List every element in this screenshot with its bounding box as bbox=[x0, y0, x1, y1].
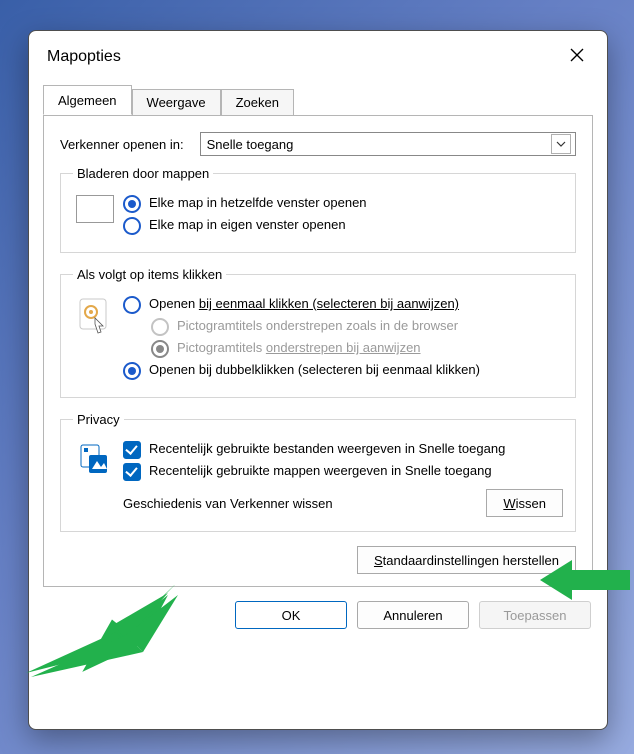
folder-options-dialog: Mapopties Algemeen Weergave Zoeken Verke… bbox=[28, 30, 608, 730]
open-in-dropdown[interactable]: Snelle toegang bbox=[200, 132, 576, 156]
checkbox-recent-files-label: Recentelijk gebruikte bestanden weergeve… bbox=[149, 440, 563, 457]
folder-icon bbox=[73, 191, 117, 223]
close-icon bbox=[570, 47, 584, 67]
radio-underline-browser-label: Pictogramtitels onderstrepen zoals in de… bbox=[177, 317, 563, 334]
radio-underline-browser bbox=[151, 318, 169, 336]
radio-single-click-label: Openen bij eenmaal klikken (selecteren b… bbox=[149, 295, 563, 312]
open-in-label: Verkenner openen in: bbox=[60, 137, 184, 152]
apply-button: Toepassen bbox=[479, 601, 591, 629]
tabpanel-general: Verkenner openen in: Snelle toegang Blad… bbox=[43, 115, 593, 587]
privacy-group: Privacy Recentelijk gebruikte bestanden … bbox=[60, 412, 576, 532]
history-label: Geschiedenis van Verkenner wissen bbox=[123, 496, 333, 511]
dialog-actions: OK Annuleren Toepassen bbox=[29, 587, 607, 645]
tab-strip: Algemeen Weergave Zoeken bbox=[43, 85, 593, 115]
click-group: Als volgt op items klikken Openen bij ee… bbox=[60, 267, 576, 398]
click-legend: Als volgt op items klikken bbox=[73, 267, 226, 282]
privacy-legend: Privacy bbox=[73, 412, 124, 427]
ok-button[interactable]: OK bbox=[235, 601, 347, 629]
tab-view[interactable]: Weergave bbox=[132, 89, 221, 116]
open-in-row: Verkenner openen in: Snelle toegang bbox=[60, 132, 576, 156]
radio-double-click[interactable] bbox=[123, 362, 141, 380]
browse-legend: Bladeren door mappen bbox=[73, 166, 213, 181]
radio-same-window-label: Elke map in hetzelfde venster openen bbox=[149, 194, 563, 211]
radio-same-window[interactable] bbox=[123, 195, 141, 213]
restore-defaults-button[interactable]: Standaardinstellingen herstellen bbox=[357, 546, 576, 574]
radio-own-window[interactable] bbox=[123, 217, 141, 235]
tab-general[interactable]: Algemeen bbox=[43, 85, 132, 115]
browse-group: Bladeren door mappen Elke map in hetzelf… bbox=[60, 166, 576, 253]
titlebar: Mapopties bbox=[29, 31, 607, 79]
checkbox-recent-folders-label: Recentelijk gebruikte mappen weergeven i… bbox=[149, 462, 563, 479]
tab-search[interactable]: Zoeken bbox=[221, 89, 294, 116]
checkbox-recent-folders[interactable] bbox=[123, 463, 141, 481]
privacy-icon bbox=[73, 437, 117, 477]
checkbox-recent-files[interactable] bbox=[123, 441, 141, 459]
chevron-down-icon bbox=[551, 134, 571, 154]
radio-single-click[interactable] bbox=[123, 296, 141, 314]
radio-double-click-label: Openen bij dubbelklikken (selecteren bij… bbox=[149, 361, 563, 378]
clear-button[interactable]: Wissen bbox=[486, 489, 563, 517]
radio-underline-point-label: Pictogramtitels onderstrepen bij aanwijz… bbox=[177, 339, 563, 356]
radio-own-window-label: Elke map in eigen venster openen bbox=[149, 216, 563, 233]
close-button[interactable] bbox=[559, 43, 595, 71]
open-in-value: Snelle toegang bbox=[207, 137, 294, 152]
radio-underline-point bbox=[151, 340, 169, 358]
cancel-button[interactable]: Annuleren bbox=[357, 601, 469, 629]
pointer-icon bbox=[73, 292, 117, 336]
window-title: Mapopties bbox=[47, 48, 121, 66]
